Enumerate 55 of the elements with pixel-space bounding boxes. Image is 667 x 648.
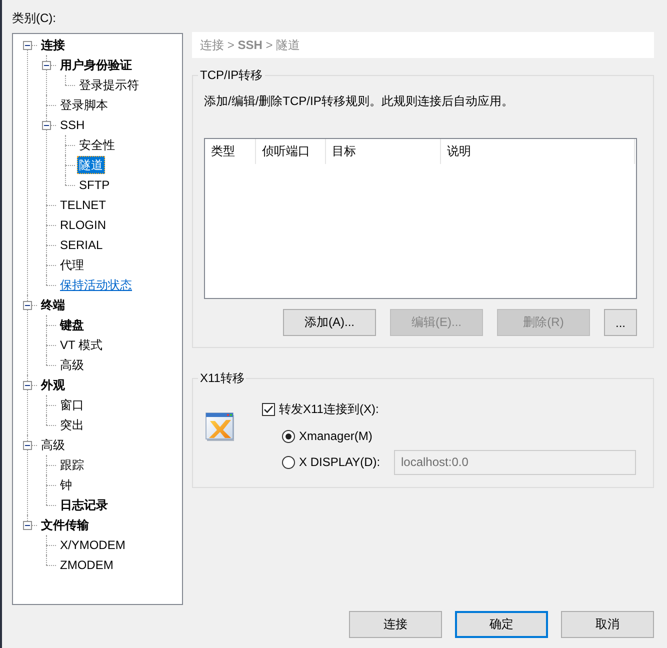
group-title: X11转移 <box>199 371 246 385</box>
radio-icon[interactable] <box>282 456 295 468</box>
tree-item[interactable]: 终端 <box>39 296 67 314</box>
tree-item[interactable]: 文件传输 <box>39 516 91 534</box>
action-button[interactable]: 添加(A)... <box>283 309 376 336</box>
group-title: TCP/IP转移 <box>199 68 264 82</box>
collapse-icon[interactable] <box>23 301 32 310</box>
tree-item[interactable]: 键盘 <box>58 316 86 334</box>
tree-item[interactable]: SFTP <box>77 176 112 194</box>
tree-item[interactable]: 外观 <box>39 376 67 394</box>
tree-item[interactable]: 日志记录 <box>58 496 110 514</box>
collapse-icon[interactable] <box>23 441 32 450</box>
tree-item[interactable]: 钟 <box>58 476 74 494</box>
checkbox-icon[interactable] <box>262 402 275 416</box>
column-header[interactable]: 侦听端口 <box>256 139 326 164</box>
collapse-icon[interactable] <box>23 41 32 50</box>
tree-item[interactable]: RLOGIN <box>58 216 108 234</box>
dialog-button[interactable]: 确定 <box>455 611 548 638</box>
breadcrumb: 连接 > SSH > 隧道 <box>192 32 654 58</box>
dialog-button[interactable]: 连接 <box>349 611 442 638</box>
category-label: 类别(C): <box>12 10 57 26</box>
tree-item[interactable]: VT 模式 <box>58 336 104 354</box>
tree-item[interactable]: 高级 <box>39 436 67 454</box>
window-x-icon <box>205 412 235 442</box>
tree-item[interactable]: SERIAL <box>58 236 105 254</box>
tree-item[interactable]: 用户身份验证 <box>58 56 134 74</box>
radio-option[interactable]: X DISPLAY(D): <box>282 452 394 472</box>
column-header[interactable]: 说明 <box>441 139 635 164</box>
collapse-icon[interactable] <box>42 61 51 70</box>
radio-option[interactable]: Xmanager(M) <box>282 426 394 446</box>
tree-item[interactable]: SSH <box>58 116 87 134</box>
tree-item[interactable]: TELNET <box>58 196 108 214</box>
forward-checkbox[interactable]: 转发X11连接到(X): <box>262 399 379 419</box>
collapse-icon[interactable] <box>23 521 32 530</box>
tree-link[interactable]: 保持活动状态 <box>58 276 134 294</box>
tree-item[interactable]: 连接 <box>39 36 67 54</box>
more-button[interactable]: ... <box>604 309 637 336</box>
tree-item[interactable]: 突出 <box>58 416 86 434</box>
tree-item[interactable]: 隧道 <box>77 156 105 174</box>
tree-item[interactable]: 安全性 <box>77 136 117 154</box>
radio-icon[interactable] <box>282 430 295 442</box>
column-header[interactable]: 目标 <box>326 139 441 164</box>
dialog-button[interactable]: 取消 <box>561 611 654 638</box>
description-text: 添加/编辑/删除TCP/IP转移规则。此规则连接后自动应用。 <box>204 93 514 109</box>
tree-item[interactable]: 登录脚本 <box>58 96 110 114</box>
tree-item[interactable]: 高级 <box>58 356 86 374</box>
tree-item[interactable]: 登录提示符 <box>77 76 141 94</box>
tree-item[interactable]: 窗口 <box>58 396 86 414</box>
tree-item[interactable]: 代理 <box>58 256 86 274</box>
collapse-icon[interactable] <box>42 121 51 130</box>
column-header[interactable]: 类型 <box>205 139 256 164</box>
tree-item[interactable]: 跟踪 <box>58 456 86 474</box>
tree-item[interactable]: ZMODEM <box>58 556 116 574</box>
collapse-icon[interactable] <box>23 381 32 390</box>
tree-item[interactable]: X/YMODEM <box>58 536 128 554</box>
